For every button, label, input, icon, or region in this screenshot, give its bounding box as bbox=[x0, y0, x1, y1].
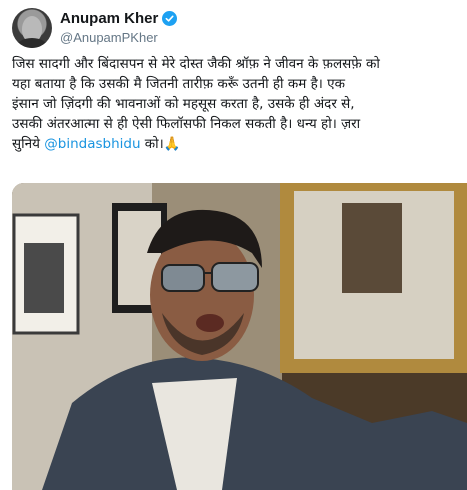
tweet-text-suffix: को। bbox=[140, 136, 164, 152]
tweet-text-last-line: सुनिये @bindasbhidu को।🙏 bbox=[12, 134, 462, 154]
tweet-text-line: इंसान जो ज़िंदगी की भावनाओं को महसूस करत… bbox=[12, 96, 355, 112]
tweet-text: जिस सादगी और बिंदासपन से मेरे दोस्त जैकी… bbox=[12, 54, 462, 154]
verified-badge-icon bbox=[162, 11, 178, 26]
tweet-header: Anupam Kher @AnupamPKher bbox=[12, 8, 452, 48]
video-still-image bbox=[12, 183, 467, 490]
author-name-row[interactable]: Anupam Kher bbox=[60, 10, 178, 27]
avatar[interactable] bbox=[12, 8, 52, 48]
tweet-media-image[interactable] bbox=[12, 183, 467, 490]
tweet-text-line: जिस सादगी और बिंदासपन से मेरे दोस्त जैकी… bbox=[12, 56, 380, 72]
author-name[interactable]: Anupam Kher bbox=[60, 10, 158, 27]
tweet-text-line: उसकी अंतरआत्मा से ही ऐसी फिलॉसफी निकल सक… bbox=[12, 116, 361, 132]
avatar-body bbox=[16, 38, 48, 48]
author-handle[interactable]: @AnupamPKher bbox=[60, 30, 158, 45]
tweet-text-prefix: सुनिये bbox=[12, 136, 45, 152]
mention-link[interactable]: @bindasbhidu bbox=[44, 136, 140, 152]
folded-hands-emoji-icon: 🙏 bbox=[163, 136, 181, 152]
tweet-text-line: यहा बताया है कि उसकी मै जितनी तारीफ़ करू… bbox=[12, 76, 345, 92]
